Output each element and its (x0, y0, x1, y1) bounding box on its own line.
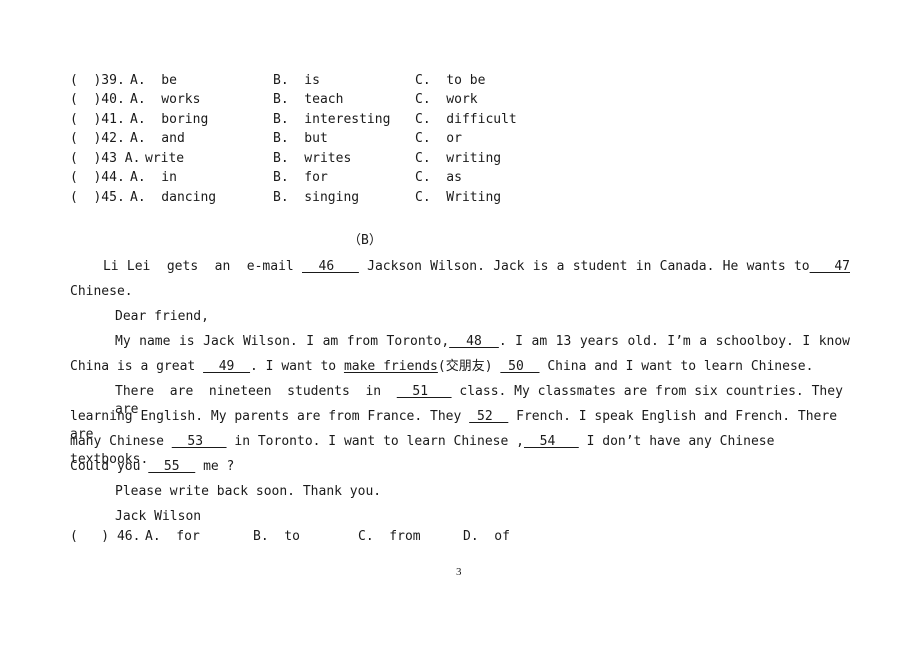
option-b: B. writes (273, 151, 352, 166)
option-a: A. dancing (130, 190, 217, 205)
chinese-gloss: (交朋友) (437, 359, 501, 374)
question-45: ( )45. A. dancing B. singing C. Writing (70, 189, 501, 207)
blank-48: 48 (449, 334, 499, 349)
question-39: ( )39. A. be B. is C. to be (70, 72, 485, 90)
make-friends-phrase: make friends (343, 359, 438, 374)
option-a: A. works (130, 92, 201, 107)
question-40: ( )40. A. works B. teach C. work (70, 91, 478, 109)
option-b: B. but (273, 131, 328, 146)
question-46: ( ) 46. A. for B. to C. from D. of (70, 528, 850, 546)
option-c: C. to be (415, 73, 486, 88)
question-42: ( )42. A. and B. but C. or (70, 130, 462, 148)
option-c: C. work (415, 92, 478, 107)
option-c: C. as (415, 170, 462, 185)
option-d: D. of (463, 529, 510, 544)
intro-line: Li Lei gets an e-mail 46 Jackson Wilson.… (70, 258, 850, 276)
blank-52: 52 (469, 409, 509, 424)
letter-p1-line1: My name is Jack Wilson. I am from Toront… (115, 334, 850, 349)
option-b: B. is (273, 73, 320, 88)
blank-47: 47 (809, 259, 850, 274)
option-a: A. for (145, 529, 200, 544)
option-a: A. and (130, 131, 185, 146)
option-c: C. Writing (415, 190, 502, 205)
letter-greeting: Dear friend, (115, 309, 209, 324)
option-a: A. boring (130, 112, 209, 127)
blank-55: 55 (148, 459, 196, 474)
option-b: B. singing (273, 190, 360, 205)
question-41: ( )41. A. boring B. interesting C. diffi… (70, 111, 517, 129)
letter-p1-line2: China is a great 49 . I want to make fri… (70, 359, 814, 374)
option-b: B. for (273, 170, 328, 185)
option-a: A. in (130, 170, 177, 185)
blank-50: 50 (500, 359, 540, 374)
page-number: 3 (456, 566, 462, 578)
option-b: B. teach (273, 92, 344, 107)
blank-46: 46 (302, 259, 359, 274)
question-44: ( )44. A. in B. for C. as (70, 169, 462, 187)
question-number: ( )40. (70, 92, 125, 107)
option-c: C. or (415, 131, 462, 146)
letter-p2-line4: Could you 55 me ? (70, 459, 235, 474)
question-number: ( )44. (70, 170, 125, 185)
intro-end: Chinese. (70, 284, 133, 299)
option-c: C. writing (415, 151, 502, 166)
blank-53: 53 (171, 434, 227, 449)
option-a: A. be (130, 73, 177, 88)
intro-text: Li Lei gets an e-mail 46 Jackson Wilson.… (70, 259, 850, 274)
blank-51: 51 (396, 384, 452, 399)
option-c: C. difficult (415, 112, 517, 127)
question-number: ( )41. (70, 112, 125, 127)
option-b: B. to (253, 529, 300, 544)
question-43: ( )43 A. write B. writes C. writing (70, 150, 501, 168)
question-number: ( )42. (70, 131, 125, 146)
blank-54: 54 (523, 434, 579, 449)
question-number: ( )43 A. (70, 151, 141, 166)
blank-49: 49 (203, 359, 251, 374)
question-number: ( )45. (70, 190, 125, 205)
option-b: B. interesting (273, 112, 391, 127)
option-a: write (145, 151, 185, 166)
question-number: ( ) 46. (70, 529, 141, 544)
option-c: C. from (358, 529, 421, 544)
section-title: （B） (348, 233, 382, 248)
letter-signature: Jack Wilson (115, 509, 202, 524)
letter-closing: Please write back soon. Thank you. (115, 484, 382, 499)
question-number: ( )39. (70, 73, 125, 88)
